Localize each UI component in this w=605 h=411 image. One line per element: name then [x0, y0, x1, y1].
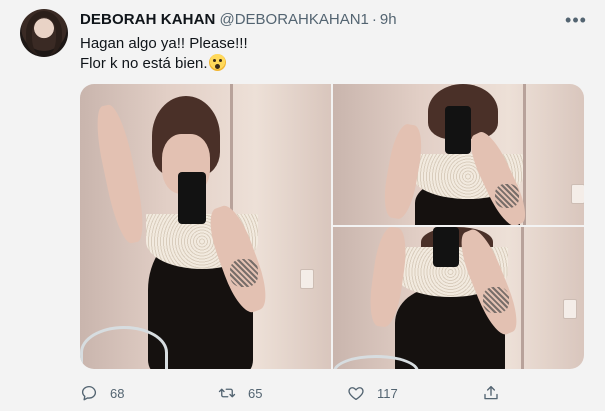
tweet-text-line-2-content: Flor k no está bien. [80, 55, 208, 72]
tweet-text: Hagan algo ya!! Please!!! Flor k no está… [80, 34, 248, 74]
reply-button[interactable]: 68 [80, 381, 124, 405]
retweet-count: 65 [248, 385, 263, 401]
like-button[interactable]: 117 [347, 381, 398, 405]
photo-1[interactable] [80, 84, 331, 369]
photo-tattoo [495, 184, 519, 208]
media-grid [80, 84, 584, 369]
photo-door-edge [521, 227, 524, 369]
author-name[interactable]: DEBORAH KAHAN [80, 11, 215, 28]
photo-phone [433, 227, 459, 267]
tweet-header: DEBORAH KAHAN @DEBORAHKAHAN1 · 9h [80, 11, 397, 31]
more-options-button[interactable]: ••• [562, 8, 590, 32]
tweet[interactable]: DEBORAH KAHAN @DEBORAHKAHAN1 · 9h ••• Ha… [0, 0, 605, 411]
share-button[interactable] [482, 381, 512, 405]
like-count: 117 [377, 385, 398, 401]
photo-3-scene [333, 227, 584, 369]
separator-dot: · [371, 11, 377, 28]
tweet-text-line-2: Flor k no está bien. [80, 54, 248, 74]
avatar[interactable] [20, 9, 68, 57]
avatar-hair-shape [26, 11, 62, 55]
retweet-icon [218, 388, 236, 398]
screaming-face-emoji-icon [208, 54, 226, 71]
share-icon [484, 385, 498, 400]
photo-1-scene [80, 84, 331, 369]
photo-light-switch [571, 184, 584, 204]
photo-light-switch [300, 269, 314, 289]
heart-icon [348, 387, 364, 401]
tweet-text-line-1: Hagan algo ya!! Please!!! [80, 35, 248, 52]
author-handle[interactable]: @DEBORAHKAHAN1 [219, 11, 368, 28]
reply-icon [81, 385, 97, 401]
tweet-actions: 68 65 117 [80, 381, 584, 405]
photo-tattoo [483, 287, 509, 313]
photo-3[interactable] [333, 227, 584, 369]
timestamp[interactable]: 9h [380, 11, 397, 28]
retweet-button[interactable]: 65 [218, 381, 262, 405]
photo-raised-arm [90, 102, 150, 246]
photo-tattoo [230, 259, 258, 287]
more-horizontal-icon: ••• [565, 9, 587, 30]
photo-2[interactable] [333, 84, 584, 225]
photo-phone [178, 172, 206, 224]
photo-phone [445, 106, 471, 154]
photo-light-switch [563, 299, 577, 319]
photo-2-scene [333, 84, 584, 225]
reply-count: 68 [110, 385, 125, 401]
